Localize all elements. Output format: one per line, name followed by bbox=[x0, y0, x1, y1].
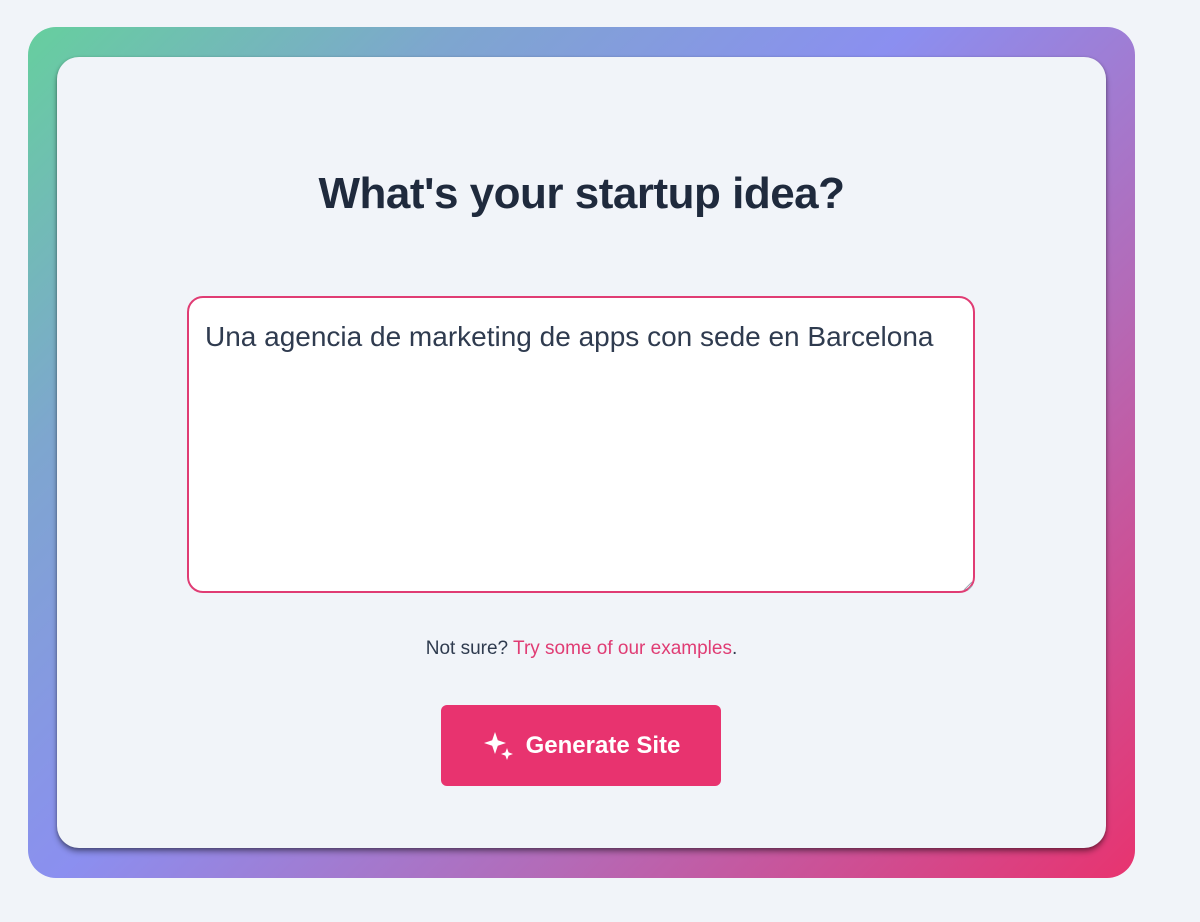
generate-site-label: Generate Site bbox=[525, 731, 681, 759]
startup-idea-input[interactable]: Una agencia de marketing de apps con sed… bbox=[187, 296, 975, 593]
idea-card: What's your startup idea? Una agencia de… bbox=[57, 57, 1106, 848]
sparkles-icon bbox=[482, 729, 516, 763]
hint-prefix: Not sure? bbox=[425, 638, 514, 659]
resize-handle-icon[interactable] bbox=[963, 581, 973, 591]
page-title: What's your startup idea? bbox=[318, 169, 845, 218]
examples-link[interactable]: Try some of our examples bbox=[513, 638, 732, 659]
generate-site-button[interactable]: Generate Site bbox=[441, 705, 721, 786]
hint-suffix: . bbox=[731, 638, 738, 659]
examples-hint: Not sure? Try some of our examples. bbox=[57, 638, 1106, 660]
